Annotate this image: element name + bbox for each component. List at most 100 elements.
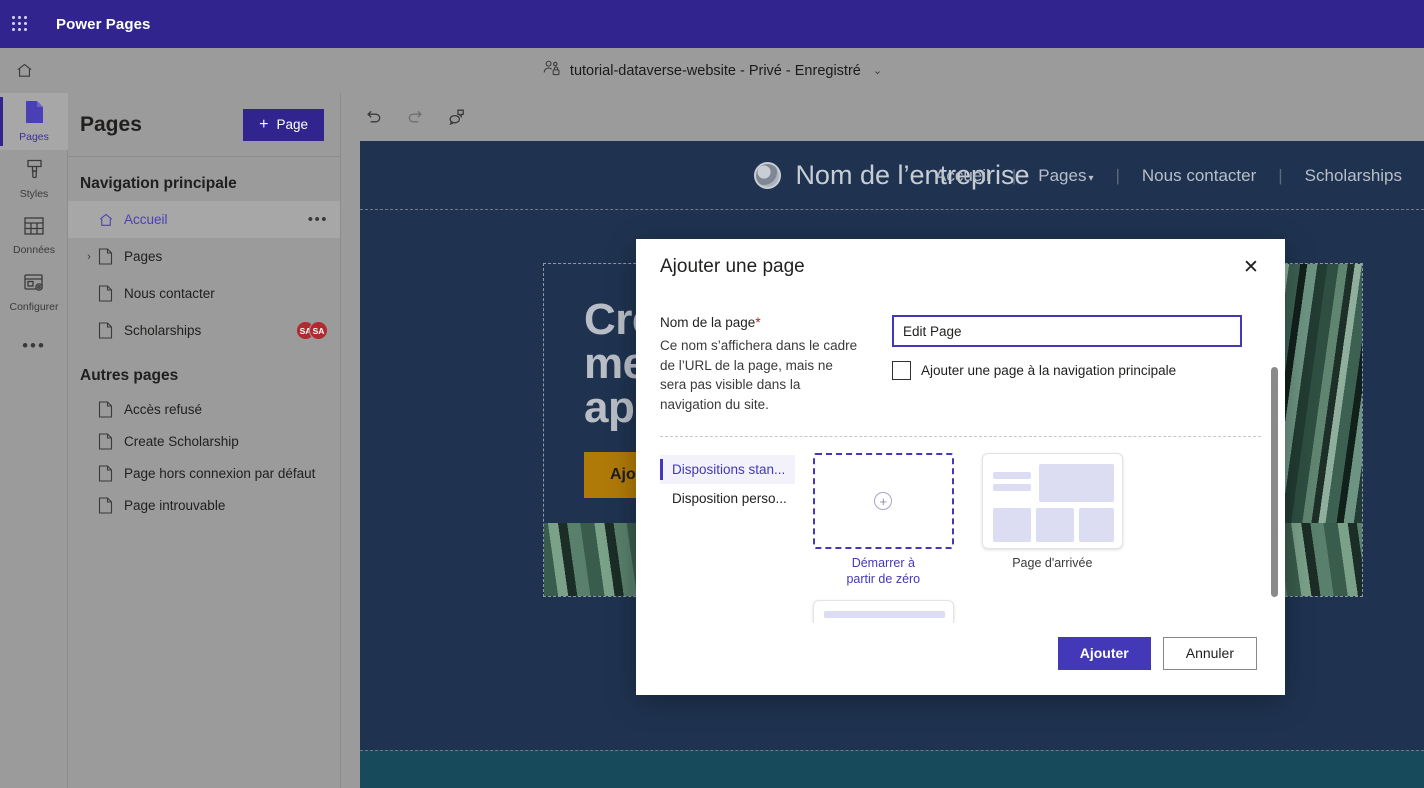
app-launcher-icon[interactable] <box>0 0 40 48</box>
plus-icon: + <box>259 117 268 133</box>
rail-item-label: Données <box>13 245 55 256</box>
layout-tab-custom[interactable]: Disposition perso... <box>660 484 795 513</box>
undo-icon[interactable] <box>357 101 389 133</box>
chevron-down-icon: ▾ <box>1088 173 1093 184</box>
rail-item-styles[interactable]: Styles <box>0 150 68 207</box>
other-page-item-acces-refuse[interactable]: Accès refusé <box>68 393 340 425</box>
app-brand-title: Power Pages <box>56 16 150 33</box>
page-name-form-row: Nom de la page* Ce nom s’affichera dans … <box>636 295 1285 414</box>
rail-more-button[interactable]: ••• <box>0 321 68 371</box>
page-name-label-column: Nom de la page* Ce nom s’affichera dans … <box>660 315 858 414</box>
add-to-main-nav-checkbox-row[interactable]: Ajouter une page à la navigation princip… <box>892 361 1261 380</box>
layout-thumb-scratch[interactable]: + <box>813 453 954 549</box>
site-link-pages-label: Pages <box>1038 166 1086 185</box>
dialog-header: Ajouter une page ✕ <box>636 239 1285 295</box>
layout-tab-standard[interactable]: Dispositions stan... <box>660 455 795 484</box>
nav-item-label: Scholarships <box>124 323 296 338</box>
close-icon[interactable]: ✕ <box>1235 251 1267 283</box>
file-icon <box>98 248 124 265</box>
home-icon <box>98 212 124 228</box>
file-icon <box>98 433 124 450</box>
layout-caption: Page d'arrivée <box>982 556 1123 572</box>
redo-icon[interactable] <box>399 101 431 133</box>
chevron-down-icon[interactable]: ⌄ <box>873 64 882 77</box>
nav-item-nous-contacter[interactable]: Nous contacter <box>68 275 340 312</box>
add-button[interactable]: Ajouter <box>1058 637 1151 670</box>
site-preview-footer <box>360 750 1424 788</box>
left-rail: Pages Styles Données <box>0 93 68 788</box>
section-heading-other-pages: Autres pages <box>68 349 340 393</box>
other-page-item-page-introuvable[interactable]: Page introuvable <box>68 489 340 521</box>
other-page-item-create-scholarship[interactable]: Create Scholarship <box>68 425 340 457</box>
nav-item-label: Nous contacter <box>124 286 328 301</box>
layouts-row: Dispositions stan... Disposition perso..… <box>636 437 1285 623</box>
circle-logo-icon <box>754 162 781 189</box>
collaborator-avatars[interactable]: SA SA <box>296 321 328 340</box>
file-icon <box>98 497 124 514</box>
add-page-dialog: Ajouter une page ✕ Nom de la page* Ce no… <box>636 239 1285 695</box>
page-name-label-text: Nom de la page <box>660 315 755 330</box>
layout-tabs: Dispositions stan... Disposition perso..… <box>660 453 795 623</box>
table-icon <box>23 215 45 242</box>
file-icon <box>98 465 124 482</box>
chevron-right-icon[interactable]: › <box>80 251 98 263</box>
rail-item-label: Pages <box>19 132 49 143</box>
site-link-pages[interactable]: Pages▾ <box>1016 166 1115 186</box>
page-name-input[interactable] <box>892 315 1242 347</box>
page-title: Pages <box>80 113 142 137</box>
dialog-title: Ajouter une page <box>660 256 805 278</box>
file-icon <box>98 322 124 339</box>
rail-item-label: Styles <box>20 189 49 200</box>
add-to-main-nav-checkbox[interactable] <box>892 361 911 380</box>
site-title-center-wrap: tutorial-dataverse-website - Privé - Enr… <box>0 48 1424 93</box>
layout-option-page[interactable]: Page <box>813 600 954 624</box>
other-page-item-page-hors-connexion[interactable]: Page hors connexion par défaut <box>68 457 340 489</box>
layout-option-scratch[interactable]: + Démarrer à partir de zéro <box>813 453 954 587</box>
paint-brush-icon <box>24 158 45 186</box>
site-preview-links: Accueil | Pages▾ | Nous contacter | Scho… <box>913 141 1424 210</box>
top-app-bar: Power Pages <box>0 0 1424 48</box>
people-lock-icon <box>542 59 562 82</box>
site-link-nous-contacter[interactable]: Nous contacter <box>1120 166 1278 186</box>
site-link-accueil[interactable]: Accueil <box>913 166 1012 186</box>
avatar: SA <box>309 321 328 340</box>
section-heading-main-nav: Navigation principale <box>68 157 340 201</box>
other-page-item-label: Page hors connexion par défaut <box>124 466 340 481</box>
site-title-button[interactable]: tutorial-dataverse-website - Privé - Enr… <box>542 59 882 82</box>
site-context-bar: tutorial-dataverse-website - Privé - Enr… <box>0 48 1424 93</box>
plus-circle-icon: + <box>874 492 892 510</box>
page-name-help-text: Ce nom s’affichera dans le cadre de l’UR… <box>660 336 858 414</box>
other-page-item-label: Create Scholarship <box>124 434 340 449</box>
site-title-text: tutorial-dataverse-website - Privé - Enr… <box>570 63 861 79</box>
pages-panel: Pages + Page Navigation principale Accue… <box>68 93 341 788</box>
layout-option-landing[interactable]: Page d'arrivée <box>982 453 1123 587</box>
rail-item-pages[interactable]: Pages <box>0 93 68 150</box>
comments-icon[interactable] <box>441 101 473 133</box>
nav-item-more-button[interactable]: ••• <box>308 211 328 228</box>
dialog-scrollbar[interactable] <box>1271 367 1278 597</box>
site-preview-nav: Nom de l’entreprise Accueil | Pages▾ | N… <box>360 141 1424 210</box>
nav-item-pages[interactable]: › Pages <box>68 238 340 275</box>
add-page-button[interactable]: + Page <box>243 109 324 141</box>
home-icon[interactable] <box>0 48 48 93</box>
nav-item-accueil[interactable]: Accueil ••• <box>68 201 340 238</box>
dialog-footer: Ajouter Annuler <box>636 623 1285 695</box>
add-to-main-nav-label: Ajouter une page à la navigation princip… <box>921 363 1176 378</box>
dialog-body: Nom de la page* Ce nom s’affichera dans … <box>636 295 1285 623</box>
nav-item-scholarships[interactable]: Scholarships SA SA <box>68 312 340 349</box>
layout-thumb-page[interactable] <box>813 600 954 624</box>
cancel-button[interactable]: Annuler <box>1163 637 1257 670</box>
required-marker: * <box>755 315 760 330</box>
rail-item-configurer[interactable]: Configurer <box>0 264 68 321</box>
pages-panel-header: Pages + Page <box>68 93 340 157</box>
app-root: Power Pages tutorial-dataverse-w <box>0 0 1424 788</box>
rail-item-donnees[interactable]: Données <box>0 207 68 264</box>
other-page-item-label: Accès refusé <box>124 402 340 417</box>
page-name-input-column: Ajouter une page à la navigation princip… <box>892 315 1261 414</box>
site-link-scholarships[interactable]: Scholarships <box>1283 166 1424 186</box>
add-page-button-label: Page <box>276 117 308 132</box>
layout-thumbnails: + Démarrer à partir de zéro <box>813 453 1261 623</box>
rail-item-label: Configurer <box>9 302 58 313</box>
layout-thumb-landing[interactable] <box>982 453 1123 549</box>
page-name-label: Nom de la page* <box>660 315 858 330</box>
